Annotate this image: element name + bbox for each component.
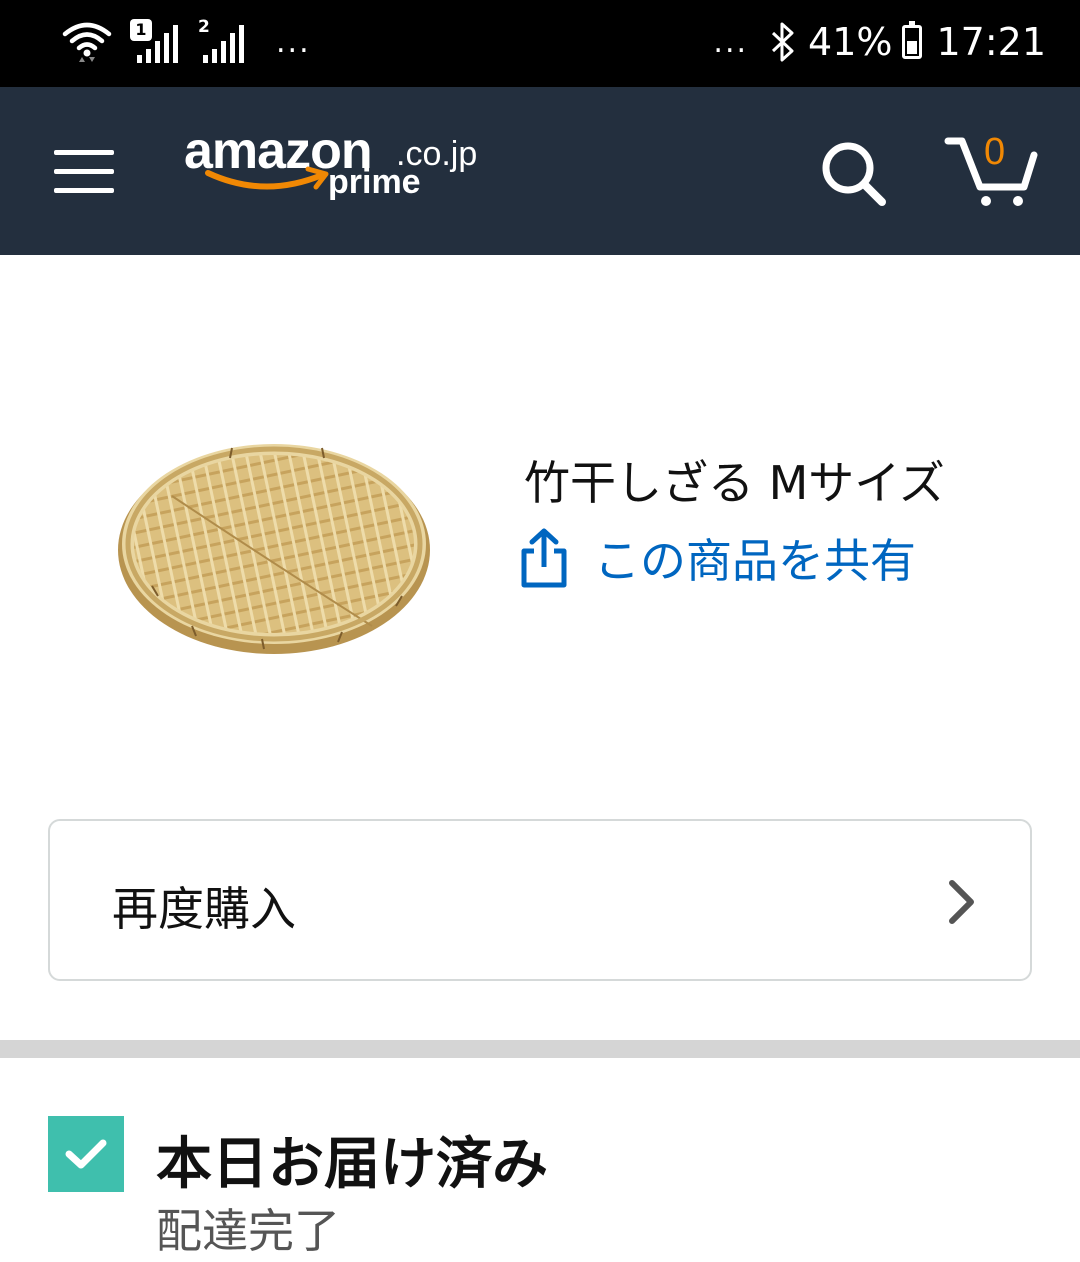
- delivery-status-subtitle: 配達完了: [156, 1204, 340, 1258]
- signal-icon-sim2: 2: [196, 17, 244, 65]
- search-icon[interactable]: [818, 138, 890, 210]
- buy-again-button[interactable]: 再度購入: [48, 819, 1032, 981]
- app-header: amazon .co.jp prime 0: [0, 87, 1080, 255]
- share-product-link[interactable]: この商品を共有: [520, 523, 916, 593]
- bluetooth-icon: [771, 22, 794, 62]
- battery-percent: 41%: [808, 20, 893, 64]
- share-icon: [521, 528, 567, 588]
- share-label: この商品を共有: [594, 534, 916, 588]
- clock: 17:21: [936, 20, 1046, 64]
- status-bar-right: ... 41% 17:21: [713, 16, 1046, 68]
- chevron-right-icon: [949, 880, 974, 924]
- delivery-checkbox: [48, 1116, 124, 1192]
- amazon-prime-logo[interactable]: amazon .co.jp prime: [184, 121, 484, 221]
- cart-button[interactable]: 0: [944, 131, 1040, 211]
- signal-icon-sim1: 1: [130, 19, 178, 65]
- checkmark-icon: [65, 1139, 107, 1169]
- status-bar-left: 1 2 ...: [62, 16, 311, 68]
- buy-again-label: 再度購入: [112, 882, 296, 936]
- smile-arrow-icon: [205, 166, 329, 190]
- status-overflow-left: ...: [276, 24, 311, 60]
- status-bar: 1 2 ... ... 41% 17:21: [0, 0, 1080, 87]
- delivery-status-title: 本日お届け済み: [156, 1132, 548, 1197]
- product-image[interactable]: [112, 436, 440, 660]
- status-overflow-right: ...: [713, 24, 749, 60]
- wifi-icon: [62, 22, 112, 62]
- battery-icon: [902, 21, 923, 59]
- menu-icon[interactable]: [54, 150, 114, 194]
- logo-prime: prime: [328, 163, 421, 201]
- cart-count: 0: [984, 131, 1006, 173]
- section-divider: [0, 1040, 1080, 1058]
- product-title[interactable]: 竹干しざる Mサイズ: [524, 447, 945, 513]
